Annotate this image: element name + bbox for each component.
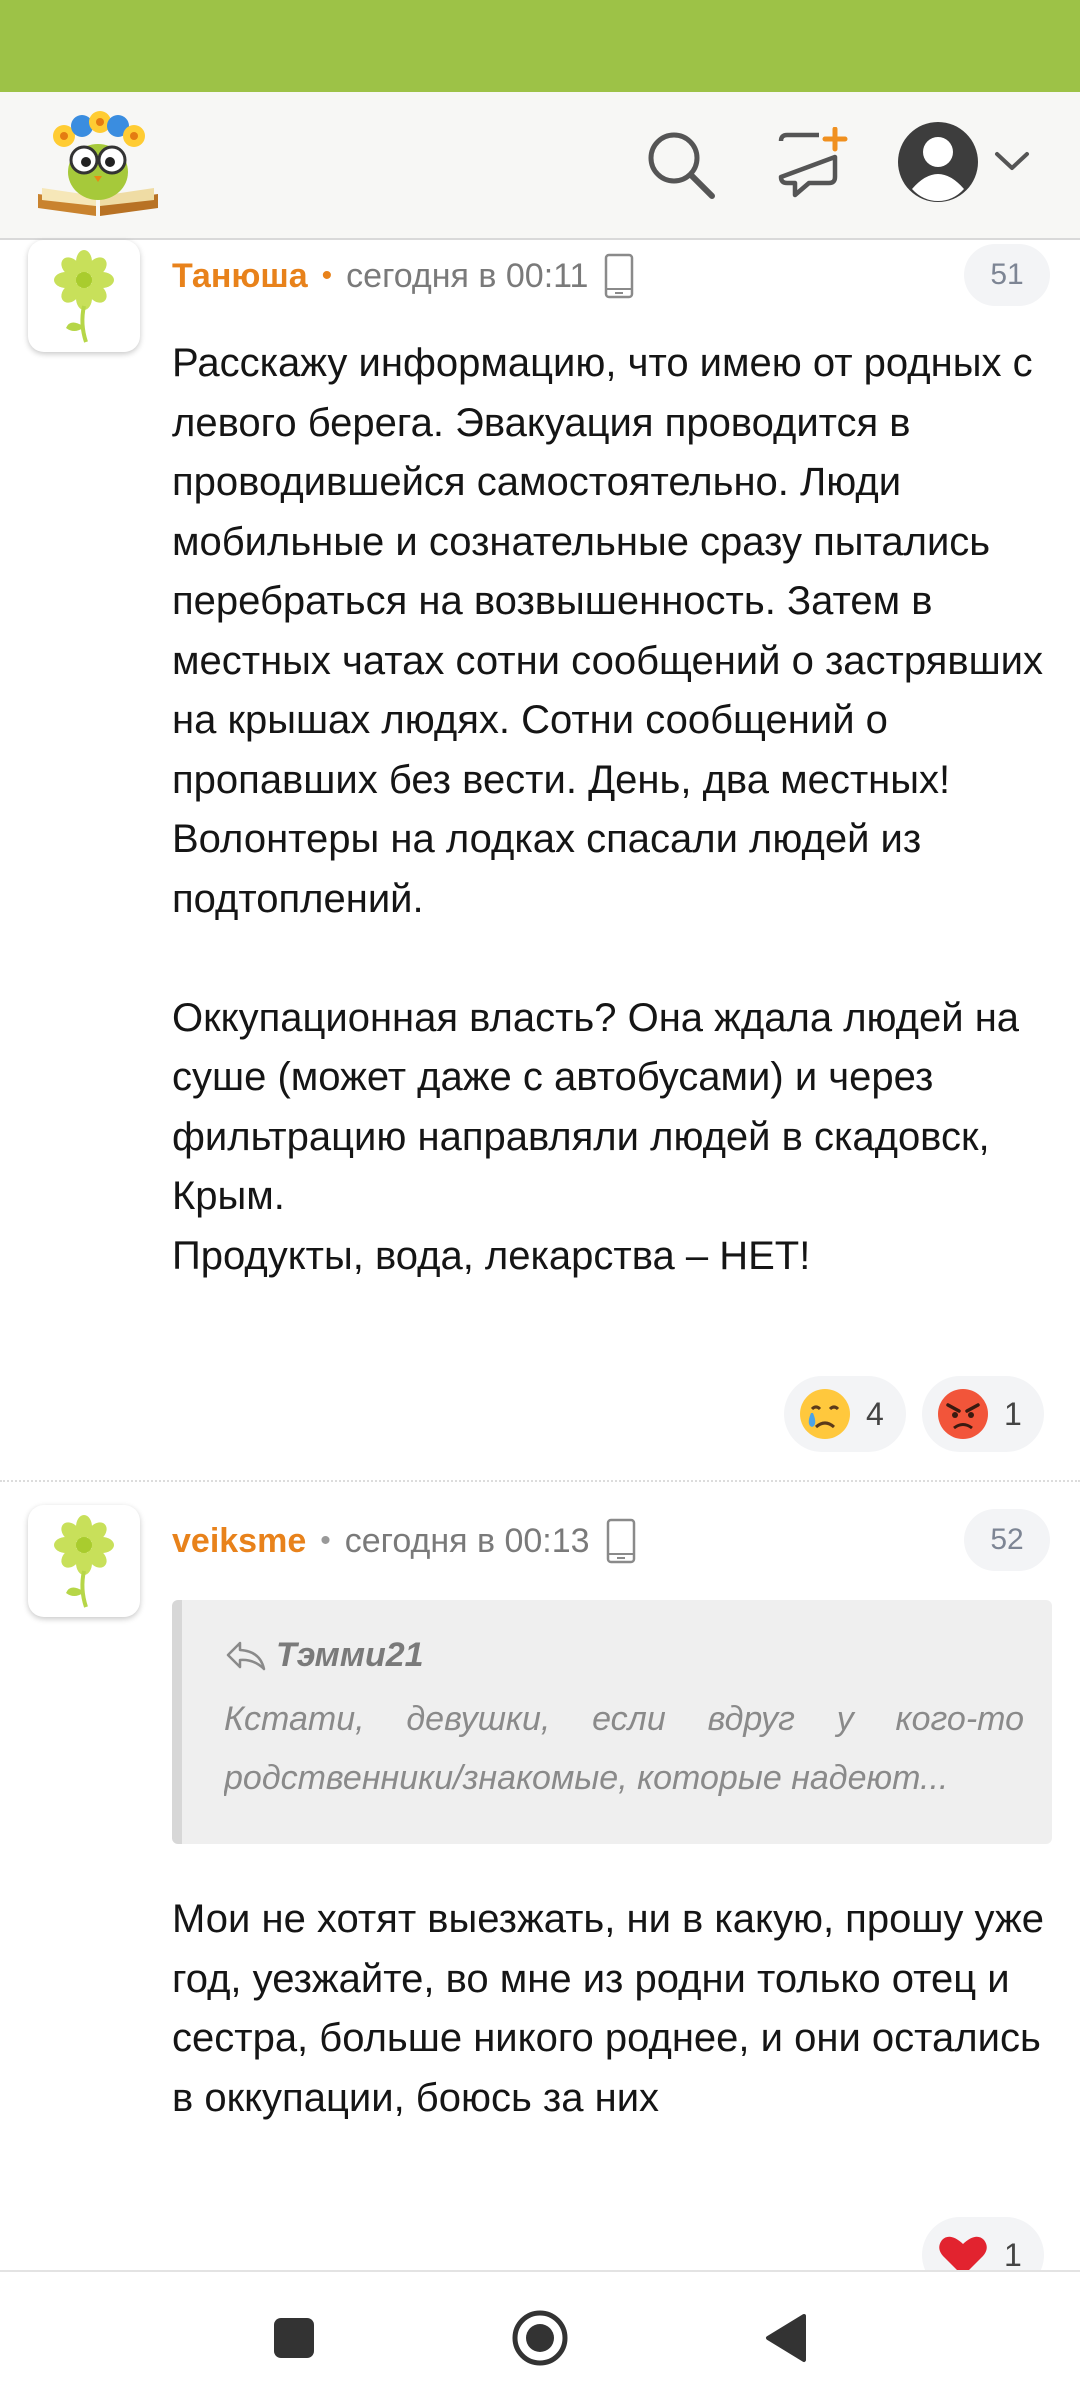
comment-paragraph: Оккупационная власть? Она ждала людей на… xyxy=(172,995,1020,1278)
comment-meta: Танюша • сегодня в 00:11 xyxy=(172,246,634,306)
system-navigation-bar xyxy=(0,2270,1080,2400)
app-header xyxy=(0,92,1080,240)
reaction-angry[interactable]: 1 xyxy=(922,1376,1044,1452)
comment-text: Расскажу информацию, что имею от родных … xyxy=(172,334,1062,1286)
comment-number[interactable]: 51 xyxy=(964,244,1050,306)
back-button[interactable] xyxy=(750,2302,822,2374)
mobile-device-icon xyxy=(606,1518,636,1564)
flower-avatar-icon xyxy=(54,250,114,343)
back-triangle-icon xyxy=(766,2314,806,2362)
quote-text: Кстати, девушки, если вдруг у кого-то ро… xyxy=(224,1690,1024,1808)
comment-time: сегодня в 00:13 xyxy=(344,1521,590,1560)
recent-apps-button[interactable] xyxy=(258,2302,330,2374)
reaction-count: 1 xyxy=(1004,2236,1022,2273)
comment-author[interactable]: veiksme xyxy=(172,1522,306,1561)
comment-number[interactable]: 52 xyxy=(964,1509,1050,1571)
online-dot: • xyxy=(321,259,333,292)
comment-divider xyxy=(0,1480,1080,1482)
user-avatar[interactable] xyxy=(28,240,140,352)
comment-time: сегодня в 00:11 xyxy=(346,256,589,295)
profile-avatar-icon xyxy=(895,119,981,210)
reply-arrow-icon xyxy=(226,1641,266,1670)
crying-face-emoji xyxy=(800,1389,850,1439)
comment-paragraph: Расскажу информацию, что имею от родных … xyxy=(172,341,1055,921)
quote-header: Тэмми21 xyxy=(224,1636,424,1675)
comment-author[interactable]: Танюша xyxy=(172,257,308,296)
quote-line: родственники/знакомые, которые надеют... xyxy=(224,1759,949,1797)
separator-dot: • xyxy=(320,1524,331,1557)
comment-text: Мои не хотят выезжать, ни в какую, прошу… xyxy=(172,1890,1062,2128)
square-icon xyxy=(274,2318,314,2358)
status-bar xyxy=(0,0,1080,92)
quoted-comment[interactable]: Тэмми21 Кстати, девушки, если вдруг у ко… xyxy=(172,1600,1052,1844)
mobile-device-icon xyxy=(604,253,634,299)
quote-line: Кстати, девушки, если вдруг у кого-то xyxy=(224,1700,1024,1738)
owl-logo-icon[interactable] xyxy=(34,110,162,220)
search-icon[interactable] xyxy=(638,122,722,206)
reaction-count: 4 xyxy=(866,1395,884,1432)
home-button[interactable] xyxy=(504,2302,576,2374)
profile-menu-button[interactable] xyxy=(895,114,1045,214)
comment-paragraph: Мои не хотят выезжать, ни в какую, прошу… xyxy=(172,1897,1056,2120)
reaction-crying[interactable]: 4 xyxy=(784,1376,906,1452)
quote-author: Тэмми21 xyxy=(276,1636,424,1674)
comment-meta: veiksme • сегодня в 00:13 xyxy=(172,1511,636,1571)
chevron-down-icon xyxy=(993,150,1031,179)
angry-face-emoji xyxy=(938,1389,988,1439)
new-message-icon[interactable] xyxy=(770,122,854,206)
flower-avatar-icon xyxy=(54,1515,114,1608)
reaction-count: 1 xyxy=(1004,1395,1022,1432)
home-circle-icon xyxy=(512,2310,568,2366)
user-avatar[interactable] xyxy=(28,1505,140,1617)
